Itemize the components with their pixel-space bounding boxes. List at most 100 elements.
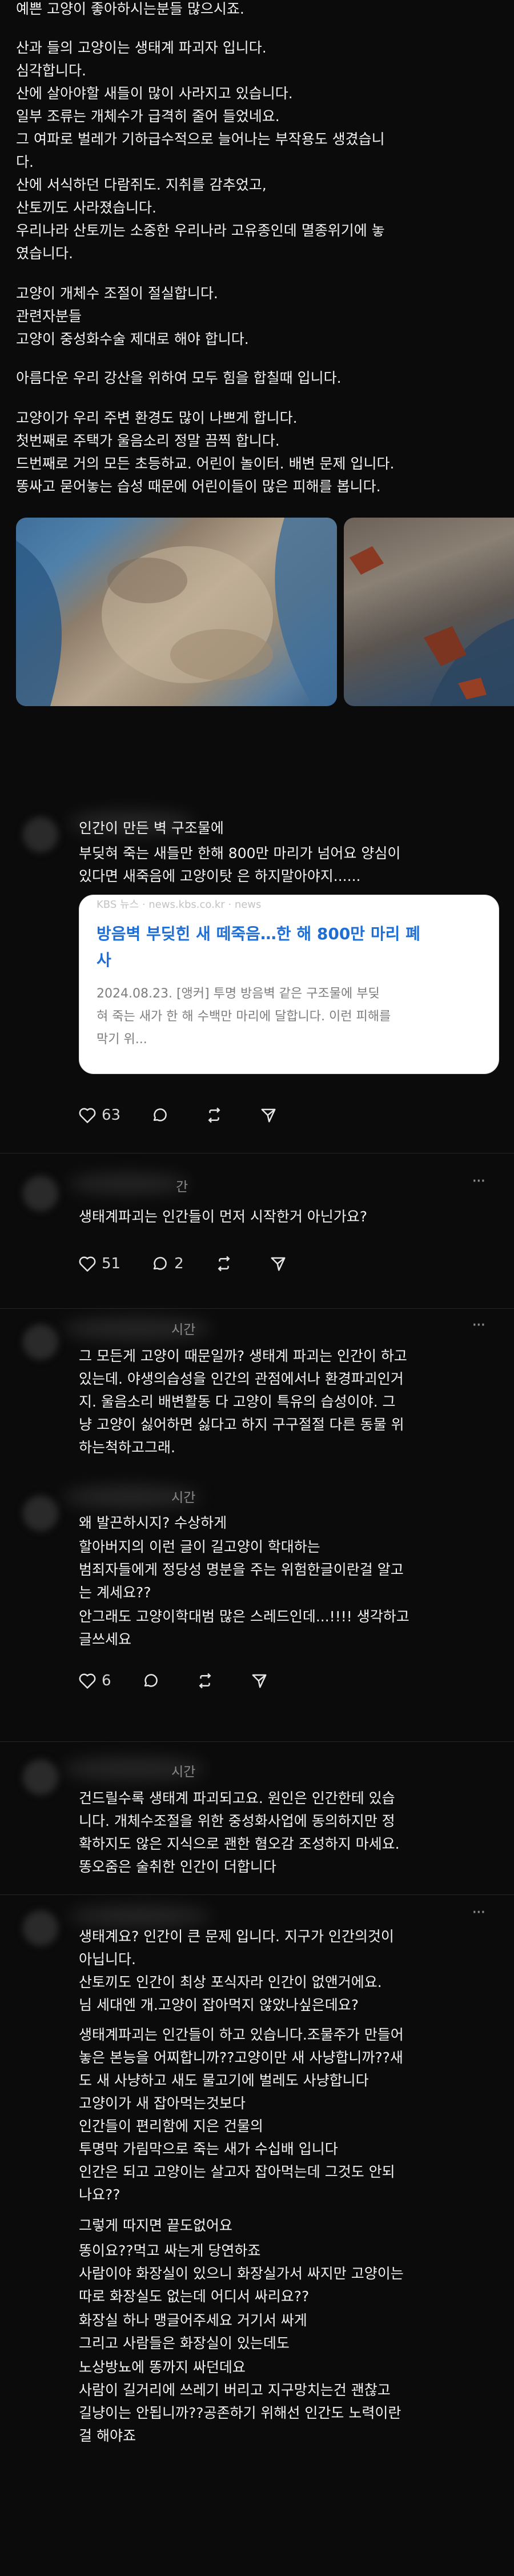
heart-icon — [79, 1108, 96, 1123]
reply: 간 ··· 생태계파괴는 인간들이 먼저 시작한거 아닌가요? 51 2 — [0, 1165, 514, 1303]
post-line: 고양이 중성화수술 제대로 해야 합니다. — [16, 331, 249, 347]
like-count: 51 — [102, 1255, 121, 1272]
reply-line: 냥 고양이 싫어하면 싫다고 하지 구구절절 다른 동물 위 — [79, 1416, 404, 1433]
link-snippet: 막기 위... — [97, 1032, 147, 1047]
share-button[interactable] — [251, 1672, 274, 1689]
avatar[interactable] — [23, 1324, 58, 1360]
post-line: 드번째로 거의 모든 초등하교. 어린이 놀이터. 배변 문제 입니다. — [16, 455, 395, 472]
reply-line: 생태계요? 인간이 큰 문제 입니다. 지구가 인간의것이 — [79, 1928, 394, 1945]
timestamp: 시간 — [171, 1765, 196, 1780]
reply-line: 그 모든게 고양이 때문일까? 생태계 파괴는 인간이 하고 — [79, 1348, 407, 1364]
comment-button[interactable] — [142, 1672, 165, 1689]
post-line: 산토끼도 사라졌습니다. — [16, 199, 156, 216]
like-button[interactable]: 6 — [79, 1672, 111, 1689]
comment-count: 2 — [174, 1255, 184, 1272]
reply-line: 생태계파괴는 인간들이 하고 있습니다.조물주가 만들어 — [79, 2026, 404, 2043]
reply-line: 지. 울음소리 배변활동 다 고양이 특유의 습성이야. 그 — [79, 1393, 396, 1410]
repost-button[interactable] — [196, 1672, 220, 1689]
like-count: 63 — [102, 1107, 121, 1124]
heart-icon — [79, 1673, 96, 1689]
more-icon[interactable]: ··· — [472, 1315, 486, 1335]
link-preview-card[interactable]: KBS 뉴스 · news.kbs.co.kr · news 방음벽 부딪힌 새… — [79, 895, 499, 1074]
reply-line: 똥이요??먹고 싸는게 당연하죠 — [79, 2242, 261, 2259]
reply: 시간 ··· 그 모든게 고양이 때문일까? 생태계 파괴는 인간이 하고 있는… — [0, 1314, 514, 1480]
post-line: 산에 서식하던 다람쥐도. 지취를 감추었고, — [16, 177, 267, 193]
reply-line: 길냥이는 안됩니까??공존하기 위해선 인간도 노력이란 — [79, 2405, 401, 2421]
link-source: KBS 뉴스 · news.kbs.co.kr · news — [97, 899, 262, 911]
reply-line: 있는데. 야생의습성을 인간의 관점에서나 환경파괴인거 — [79, 1371, 404, 1387]
repost-icon — [218, 1256, 230, 1272]
post-line: 예쁜 고양이 좋아하시는분들 많으시죠. — [16, 1, 244, 17]
post-line: 산에 살아야할 새들이 많이 사라지고 있습니다. — [16, 85, 293, 102]
main-post: 예쁜 고양이 좋아하시는분들 많으시죠. 산과 들의 고양이는 생태계 파괴자 … — [0, 0, 514, 706]
share-button[interactable] — [270, 1255, 292, 1272]
avatar[interactable] — [23, 1910, 58, 1946]
comment-icon — [153, 1257, 167, 1270]
avatar[interactable] — [23, 1760, 58, 1795]
link-title: 방음벽 부딪힌 새 떼죽음…한 해 800만 마리 폐 — [97, 924, 420, 943]
post-photo[interactable] — [16, 518, 337, 706]
post-line: 우리나라 산토끼는 소중한 우리나라 고유종인데 멸종위기에 놓 — [16, 222, 385, 239]
avatar[interactable] — [23, 1496, 58, 1531]
reply-line: 글쓰세요 — [79, 1631, 132, 1648]
reply-line: 화장실 하나 맹글어주세요 거기서 싸게 — [79, 2312, 307, 2329]
more-icon[interactable]: ··· — [472, 1902, 486, 1922]
more-icon[interactable]: ··· — [472, 1171, 486, 1191]
post-line: 였습니다. — [16, 245, 73, 262]
avatar[interactable] — [23, 1176, 58, 1211]
reply-line: 도 새 사냥하고 새도 물고기에 벌레도 사냥합니다 — [79, 2072, 369, 2089]
timestamp: 시간 — [171, 1323, 196, 1337]
timestamp: 시간 — [171, 1491, 196, 1505]
reply-line: 인간은 되고 고양이는 살고자 잡아먹는데 그것도 안되 — [79, 2164, 395, 2180]
reply: ··· 생태계요? 인간이 큰 문제 입니다. 지구가 인간의것이 아닙니다. … — [0, 1902, 514, 2576]
like-button[interactable]: 51 — [79, 1255, 121, 1272]
divider — [0, 1308, 514, 1309]
share-icon — [252, 1674, 267, 1688]
repost-icon — [208, 1107, 220, 1123]
reply-line: 확하지도 않은 지식으로 괜한 혐오감 조성하지 마세요. — [79, 1836, 400, 1852]
reply-line: 똥오줌은 술취한 인간이 더합니다 — [79, 1858, 276, 1875]
action-bar: 6 — [79, 1668, 304, 1693]
reply: 시간 왜 발끈하시지? 수상하게 할아버지의 이런 글이 길고양이 학대하는 범… — [0, 1485, 514, 1737]
reply-line: 투명막 가림막으로 죽는 새가 수십배 입니다 — [79, 2141, 338, 2157]
reply-line: 니다. 개체수조절을 위한 중성화사업에 동의하지만 정 — [79, 1813, 395, 1829]
reply-line: 산토끼도 인간이 최상 포식자라 인간이 없앤거에요. — [79, 1974, 382, 1990]
share-button[interactable] — [260, 1107, 283, 1124]
reply-line: 왜 발끈하시지? 수상하게 — [79, 1515, 227, 1531]
reply-line: 하는척하고그래. — [79, 1439, 175, 1456]
reply-line: 따로 화장실도 없는데 어디서 싸리요?? — [79, 2288, 310, 2305]
reply-line: 안그래도 고양이학대범 많은 스레드인데...!!!! 생각하고 — [79, 1608, 409, 1625]
like-count: 6 — [102, 1672, 111, 1689]
reply-line: 사람이 길거리에 쓰레기 버리고 지구망치는건 괜찮고 — [79, 2382, 391, 2398]
photo-texture — [16, 518, 337, 706]
reply-line: 걸 해야죠 — [79, 2427, 136, 2444]
post-line: 아름다운 우리 강산을 위하여 모두 힘을 합칠때 입니다. — [16, 370, 342, 386]
reply-line: 할아버지의 이런 글이 길고양이 학대하는 — [79, 1539, 320, 1555]
redacted-username — [69, 1173, 188, 1194]
repost-button[interactable] — [215, 1255, 239, 1272]
reply-line: 있다면 새죽음에 고양이탓 은 하지말아야지...... — [79, 868, 361, 884]
share-icon — [261, 1108, 276, 1123]
reply: 시간 건드릴수록 생태계 파괴되고요. 원인은 인간한테 있습 니다. 개체수조… — [0, 1748, 514, 1891]
post-line: 심각합니다. — [16, 62, 86, 79]
reply-line: 건드릴수록 생태계 파괴되고요. 원인은 인간한테 있습 — [79, 1790, 395, 1806]
action-bar: 63 — [79, 1103, 314, 1128]
repost-button[interactable] — [205, 1107, 229, 1124]
divider — [0, 1894, 514, 1895]
action-bar: 51 2 — [79, 1251, 323, 1276]
link-snippet: 2024.08.23. [앵커] 투명 방음벽 같은 구조물에 부딪 — [97, 987, 380, 1001]
post-photo[interactable] — [344, 518, 514, 706]
like-button[interactable]: 63 — [79, 1107, 121, 1124]
comment-icon — [153, 1108, 167, 1121]
avatar[interactable] — [23, 817, 58, 852]
post-line: 똥싸고 묻어놓는 습성 때문에 어린이들이 많은 피해를 봅니다. — [16, 478, 381, 495]
post-line: 다. — [16, 154, 34, 170]
reply-line: 고양이가 새 잡아먹는것보다 — [79, 2095, 246, 2112]
post-line: 첫번째로 주택가 울음소리 정말 끔찍 합니다. — [16, 432, 280, 449]
comment-button[interactable] — [151, 1107, 174, 1124]
post-line: 고양이가 우리 주변 환경도 많이 나쁘게 합니다. — [16, 410, 298, 426]
share-icon — [271, 1257, 286, 1271]
comment-button[interactable]: 2 — [151, 1255, 184, 1272]
reply-line: 부딪혀 죽는 새들만 한해 800만 마리가 넘어요 양심이 — [79, 845, 401, 862]
reply-line: 노상방뇨에 똥까지 싸던데요 — [79, 2359, 246, 2375]
